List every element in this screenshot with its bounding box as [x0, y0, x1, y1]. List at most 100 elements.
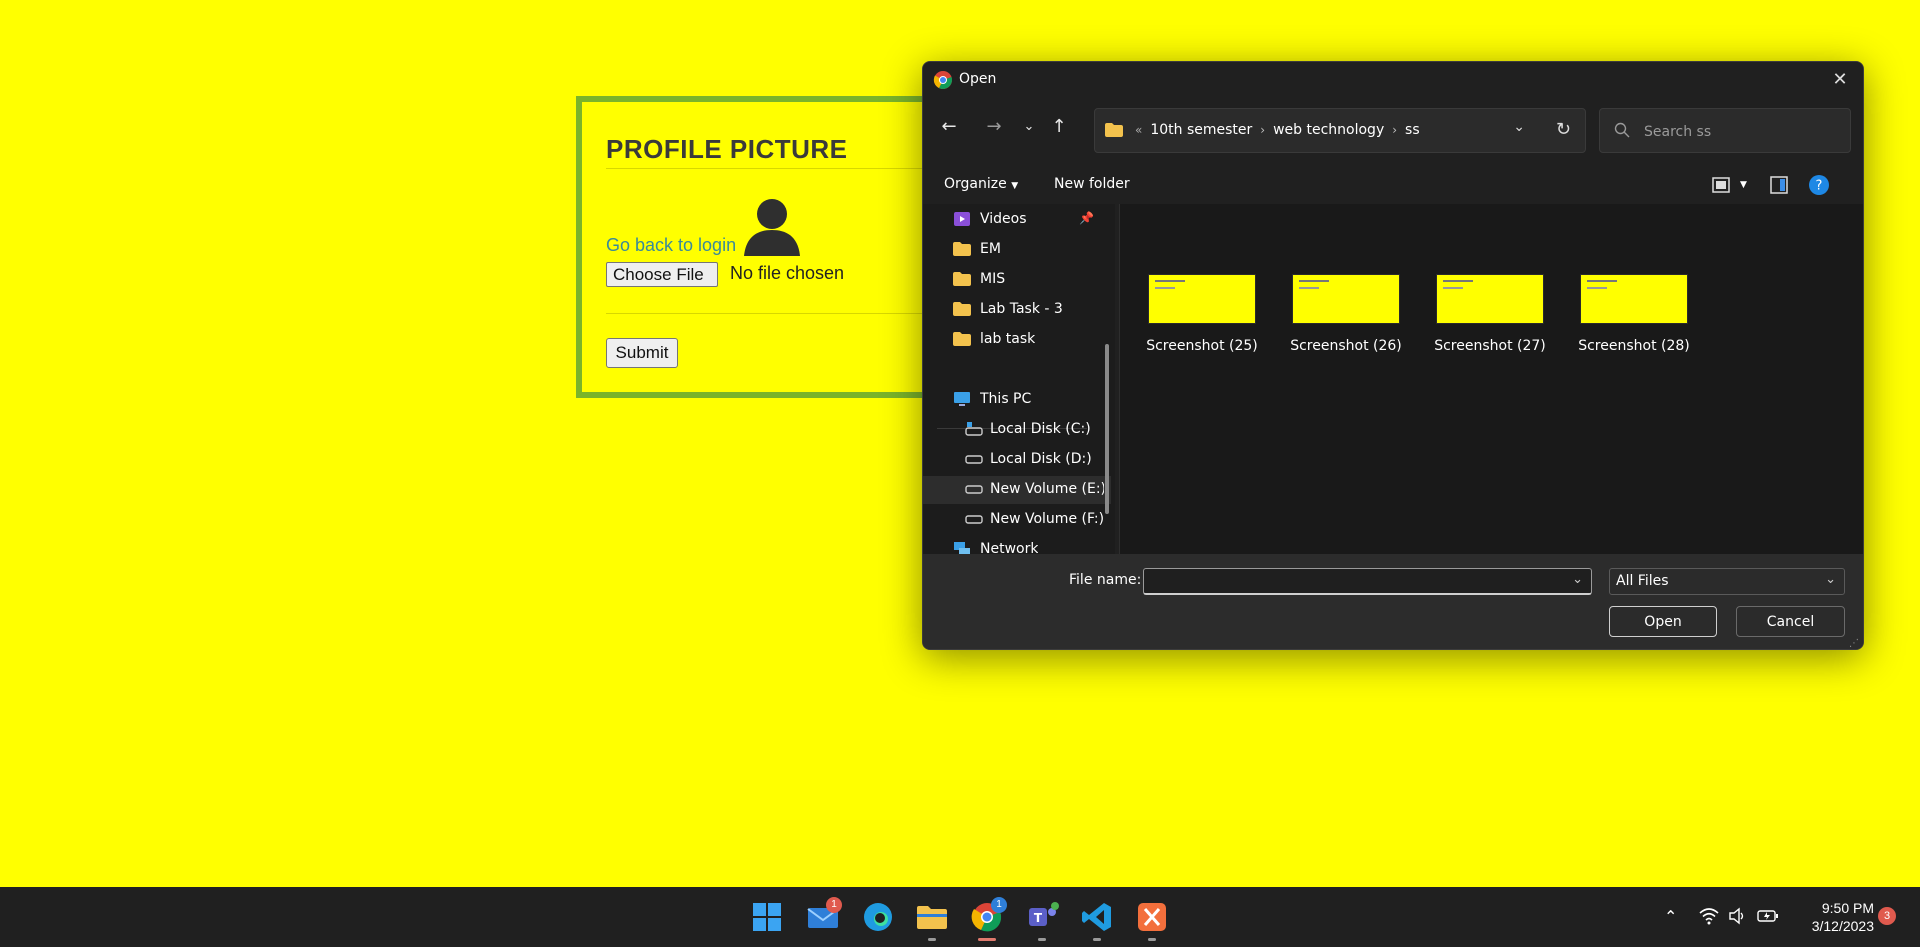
chevron-down-icon[interactable]: ⌄ [1513, 119, 1525, 135]
divider [606, 313, 946, 314]
running-indicator [1038, 938, 1046, 941]
breadcrumb-item[interactable]: ss [1405, 122, 1420, 138]
file-name: Screenshot (26) [1290, 338, 1402, 354]
organize-menu[interactable]: Organize ▼ [944, 176, 1018, 192]
caret-down-icon: ▼ [1011, 181, 1019, 191]
search-input[interactable] [1644, 121, 1834, 143]
forward-arrow-icon[interactable]: → [980, 114, 1008, 140]
running-indicator [928, 938, 936, 941]
windows-start-icon[interactable] [749, 899, 785, 935]
nav-item-new-volume-f[interactable]: New Volume (F:) [923, 506, 1111, 534]
nav-item-em[interactable]: EM [923, 236, 1111, 264]
nav-item-label: lab task [980, 331, 1036, 347]
help-icon[interactable]: ? [1808, 174, 1830, 196]
file-thumbnail [1580, 274, 1688, 324]
folder-icon [953, 332, 971, 346]
refresh-icon[interactable]: ↻ [1556, 119, 1571, 140]
chrome-icon [933, 71, 952, 89]
breadcrumb: « 10th semester › web technology › ss [1135, 122, 1420, 138]
dialog-title: Open [959, 71, 997, 87]
address-bar[interactable]: « 10th semester › web technology › ss ⌄ ↻ [1094, 108, 1586, 153]
profile-card: PROFILE PICTURE Go back to login Choose … [576, 96, 946, 398]
chrome-badge: 1 [991, 897, 1007, 913]
running-indicator [1148, 938, 1156, 941]
teams-icon[interactable]: T [1024, 899, 1060, 935]
file-type-select[interactable]: All Files ⌄ [1609, 568, 1845, 595]
nav-scrollbar[interactable] [1105, 344, 1109, 514]
battery-icon[interactable] [1757, 908, 1779, 924]
file-name: Screenshot (25) [1146, 338, 1258, 354]
nav-item-local-disk-d[interactable]: Local Disk (D:) [923, 446, 1111, 474]
file-name: Screenshot (28) [1578, 338, 1690, 354]
svg-text:?: ? [1816, 179, 1823, 194]
file-thumbnail [1148, 274, 1256, 324]
nav-item-lab-task-3[interactable]: Lab Task - 3 [923, 296, 1111, 324]
nav-item-lab-task[interactable]: lab task [923, 326, 1111, 354]
nav-item-label: Lab Task - 3 [980, 301, 1063, 317]
clock-date: 3/12/2023 [1811, 918, 1874, 934]
nav-item-label: EM [980, 241, 1001, 257]
cancel-button[interactable]: Cancel [1736, 606, 1845, 637]
pin-icon[interactable]: 📌 [1079, 211, 1094, 225]
nav-item-label: This PC [980, 391, 1032, 407]
back-to-login-link[interactable]: Go back to login [606, 235, 736, 256]
file-list: Screenshot (25) Screenshot (26) Screensh… [1120, 204, 1863, 554]
command-bar: Organize ▼ New folder ▼ ? [923, 166, 1863, 204]
breadcrumb-item[interactable]: 10th semester [1150, 122, 1252, 138]
nav-item-videos[interactable]: Videos 📌 [923, 206, 1111, 234]
nav-item-label: Videos [980, 211, 1027, 227]
file-status-text: No file chosen [730, 263, 845, 283]
vscode-icon[interactable] [1079, 899, 1115, 935]
view-options-icon[interactable] [1711, 174, 1731, 196]
file-thumbnail [1292, 274, 1400, 324]
pc-icon [954, 392, 970, 406]
page-title: PROFILE PICTURE [606, 134, 848, 164]
open-button[interactable]: Open [1609, 606, 1717, 637]
notification-badge[interactable]: 3 [1878, 907, 1896, 925]
open-file-dialog: Open ✕ ← → ⌄ ↑ « 10th semester › web techno… [922, 61, 1864, 650]
file-explorer-icon[interactable] [914, 899, 950, 935]
chevron-down-icon[interactable]: ⌄ [1572, 572, 1583, 587]
back-arrow-icon[interactable]: ← [935, 114, 963, 140]
nav-item-mis[interactable]: MIS [923, 266, 1111, 294]
breadcrumb-item[interactable]: web technology [1273, 122, 1384, 138]
overflow-chevron-icon[interactable]: « [1135, 123, 1142, 137]
nav-item-label: Local Disk (D:) [990, 451, 1092, 467]
up-arrow-icon[interactable]: ↑ [1045, 114, 1073, 140]
close-icon[interactable]: ✕ [1825, 66, 1855, 94]
file-item[interactable]: Screenshot (26) [1286, 274, 1406, 354]
chevron-right-icon: › [1260, 123, 1266, 137]
system-clock[interactable]: 9:50 PM 3/12/2023 [1790, 899, 1874, 935]
drive-icon [965, 455, 983, 464]
submit-button[interactable]: Submit [606, 338, 678, 368]
chevron-right-icon: › [1392, 123, 1398, 137]
drive-icon [965, 515, 983, 524]
nav-item-local-disk-c[interactable]: Local Disk (C:) [923, 416, 1111, 444]
nav-item-this-pc[interactable]: This PC [923, 386, 1111, 414]
edge-icon[interactable] [860, 899, 896, 935]
videos-icon [954, 212, 970, 226]
chevron-up-icon[interactable]: ⌃ [1664, 907, 1677, 926]
file-name-field[interactable]: ⌄ [1143, 568, 1592, 595]
file-item[interactable]: Screenshot (25) [1142, 274, 1262, 354]
recent-locations-chevron-icon[interactable]: ⌄ [1015, 114, 1043, 140]
choose-file-button[interactable]: Choose File [606, 262, 718, 287]
file-thumbnail [1436, 274, 1544, 324]
file-name: Screenshot (27) [1434, 338, 1546, 354]
nav-item-label: MIS [980, 271, 1006, 287]
nav-item-new-volume-e[interactable]: New Volume (E:) [923, 476, 1111, 504]
wifi-icon[interactable] [1699, 907, 1719, 925]
resize-grip-icon[interactable]: ⋰ [1849, 638, 1859, 649]
folder-icon [1105, 123, 1123, 137]
file-item[interactable]: Screenshot (27) [1430, 274, 1550, 354]
caret-down-icon[interactable]: ▼ [1740, 180, 1747, 190]
new-folder-button[interactable]: New folder [1054, 176, 1130, 192]
file-item[interactable]: Screenshot (28) [1574, 274, 1694, 354]
volume-icon[interactable] [1728, 907, 1746, 925]
navigation-bar: ← → ⌄ ↑ « 10th semester › web technology › ss… [923, 102, 1863, 153]
xampp-icon[interactable] [1134, 899, 1170, 935]
search-box[interactable] [1599, 108, 1851, 153]
dialog-titlebar[interactable]: Open ✕ [923, 62, 1863, 98]
folder-icon [953, 272, 971, 286]
preview-pane-icon[interactable] [1769, 174, 1789, 196]
